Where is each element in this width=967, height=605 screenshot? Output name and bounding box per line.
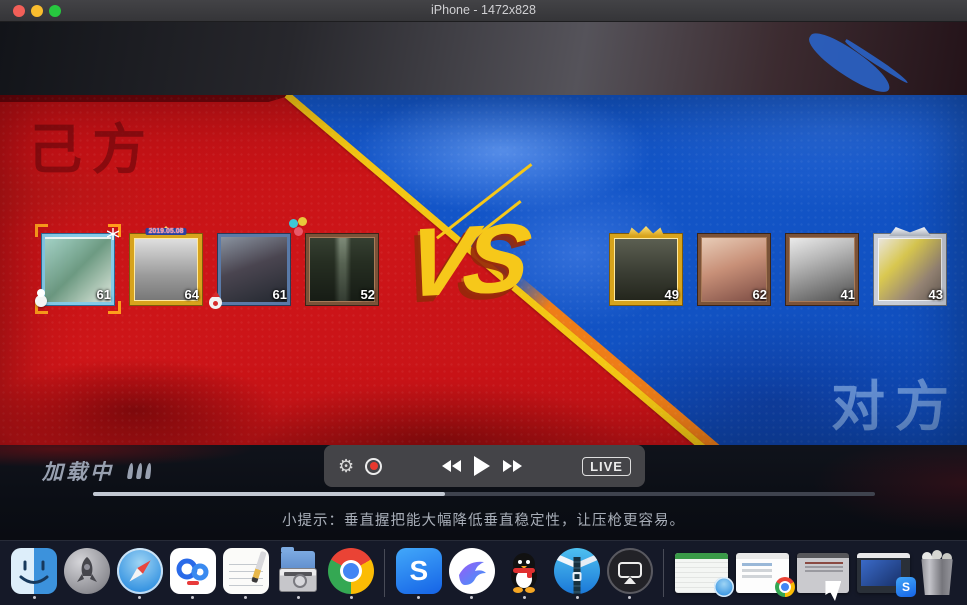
- vs-match-screen: 己方 对方 VS 61 2019.05.08 64 61 52: [0, 95, 967, 445]
- enemy-side-label: 对方: [831, 362, 959, 441]
- dock-item-screen-mirroring[interactable]: [606, 548, 655, 599]
- dock-item-thunder[interactable]: [447, 548, 496, 599]
- dock-separator: [384, 549, 385, 597]
- window-titlebar[interactable]: iPhone - 1472x828: [0, 0, 967, 22]
- dock-item-baidu-netdisk[interactable]: [168, 548, 217, 599]
- play-button[interactable]: [474, 456, 490, 476]
- qq-penguin-icon: [501, 548, 547, 594]
- balloons-icon: [289, 219, 298, 228]
- blue-paint-splatter: [803, 26, 897, 100]
- player-level: 41: [841, 287, 855, 302]
- desktop-screen: iPhone - 1472x828 己方 对方 VS 61 2019.05.0: [0, 0, 967, 605]
- loading-indicator: 加载中: [42, 456, 151, 486]
- trash-icon[interactable]: [916, 550, 957, 596]
- dock-item-textedit[interactable]: [221, 548, 270, 599]
- loading-band: 加载中 ⚙ LIVE 小提示：垂直握把能大幅降低垂直稳定性，让压枪更容易。: [0, 445, 967, 540]
- player-level: 62: [753, 287, 767, 302]
- record-button[interactable]: [365, 458, 382, 475]
- running-indicator: [470, 596, 473, 599]
- running-indicator: [191, 596, 194, 599]
- progress-fill: [93, 492, 445, 496]
- dock-item-print-center[interactable]: [274, 548, 323, 599]
- dock-separator: [663, 549, 664, 597]
- enemy-player-avatar-1: 49: [606, 225, 686, 311]
- loading-progress-track: [93, 492, 875, 496]
- ally-player-avatar-4: 52: [302, 225, 382, 311]
- red-paint-edge: [0, 95, 292, 102]
- window-title: iPhone - 1472x828: [0, 3, 967, 17]
- folder-printer-icon: [275, 548, 321, 594]
- player-level: 49: [665, 287, 679, 302]
- chrome-badge-icon: [775, 577, 795, 597]
- running-indicator: [33, 596, 36, 599]
- anniversary-date-ribbon: 2019.05.08: [145, 228, 186, 235]
- player-level: 61: [97, 287, 111, 302]
- player-level: 61: [273, 287, 287, 302]
- transport-controls: [442, 456, 522, 476]
- dock-item-launchpad[interactable]: [63, 548, 112, 599]
- ally-side-label: 己方: [28, 105, 156, 184]
- running-indicator: [417, 596, 420, 599]
- running-indicator: [576, 596, 579, 599]
- enemy-player-avatar-3: 41: [782, 225, 862, 311]
- dock-item-safari[interactable]: [116, 548, 165, 599]
- finder-icon: [11, 548, 57, 594]
- textedit-icon: [223, 548, 269, 594]
- playback-control-bar[interactable]: ⚙ LIVE: [324, 445, 645, 487]
- vs-logo: VS: [401, 208, 527, 312]
- player-level: 64: [185, 287, 199, 302]
- dock: S S: [0, 540, 967, 605]
- snowflake-icon: [107, 227, 119, 245]
- player-level: 43: [929, 287, 943, 302]
- game-top-banner: [0, 22, 967, 95]
- minimized-window-spreadsheet[interactable]: [675, 553, 728, 593]
- sogou-input-icon: S: [396, 548, 442, 594]
- dock-item-betterzip[interactable]: [553, 548, 602, 599]
- trash-bin: [920, 559, 954, 595]
- dock-item-sogou[interactable]: S: [394, 548, 443, 599]
- chrome-icon: [328, 548, 374, 594]
- safari-compass-icon: [117, 548, 163, 594]
- zip-archiver-icon: [554, 548, 600, 594]
- dock-item-finder[interactable]: [10, 548, 59, 599]
- minimized-window-video[interactable]: S: [857, 553, 910, 593]
- player-level: 52: [361, 287, 375, 302]
- sogou-badge-icon: S: [896, 577, 916, 597]
- rewind-button[interactable]: [442, 460, 461, 472]
- launchpad-rocket-icon: [64, 548, 110, 594]
- live-badge: LIVE: [582, 457, 631, 476]
- ally-player-avatar-1: 61: [38, 225, 118, 311]
- loading-label: 加载中: [42, 456, 114, 486]
- safari-badge-icon: [714, 577, 734, 597]
- running-indicator: [523, 596, 526, 599]
- clown-icon: [209, 296, 222, 309]
- fast-forward-button[interactable]: [503, 460, 522, 472]
- running-indicator: [244, 596, 247, 599]
- gold-frame-crown-ornament: [628, 226, 664, 236]
- enemy-player-avatar-4: 43: [870, 225, 950, 311]
- ally-player-avatar-3: 61: [214, 225, 294, 311]
- settings-gear-icon[interactable]: ⚙: [338, 457, 354, 475]
- running-indicator: [138, 596, 141, 599]
- thunder-bird-icon: [449, 548, 495, 594]
- minimized-window-webpage[interactable]: [736, 553, 789, 593]
- game-tip-text: 小提示：垂直握把能大幅降低垂直稳定性，让压枪更容易。: [0, 509, 967, 530]
- enemy-player-avatar-2: 62: [694, 225, 774, 311]
- baidu-netdisk-cloud-icon: [170, 548, 216, 594]
- minimized-window-dialog[interactable]: [797, 553, 850, 593]
- silver-frame-wing-ornament: [889, 227, 931, 236]
- running-indicator: [297, 596, 300, 599]
- bullet-loading-icons: [127, 463, 152, 479]
- dock-item-chrome[interactable]: [327, 548, 376, 599]
- ally-player-avatar-2: 2019.05.08 64: [126, 225, 206, 311]
- snowman-icon: [35, 295, 47, 307]
- dock-item-qq[interactable]: [500, 548, 549, 599]
- running-indicator: [350, 596, 353, 599]
- running-indicator: [628, 596, 631, 599]
- airplay-mirroring-icon: [607, 548, 653, 594]
